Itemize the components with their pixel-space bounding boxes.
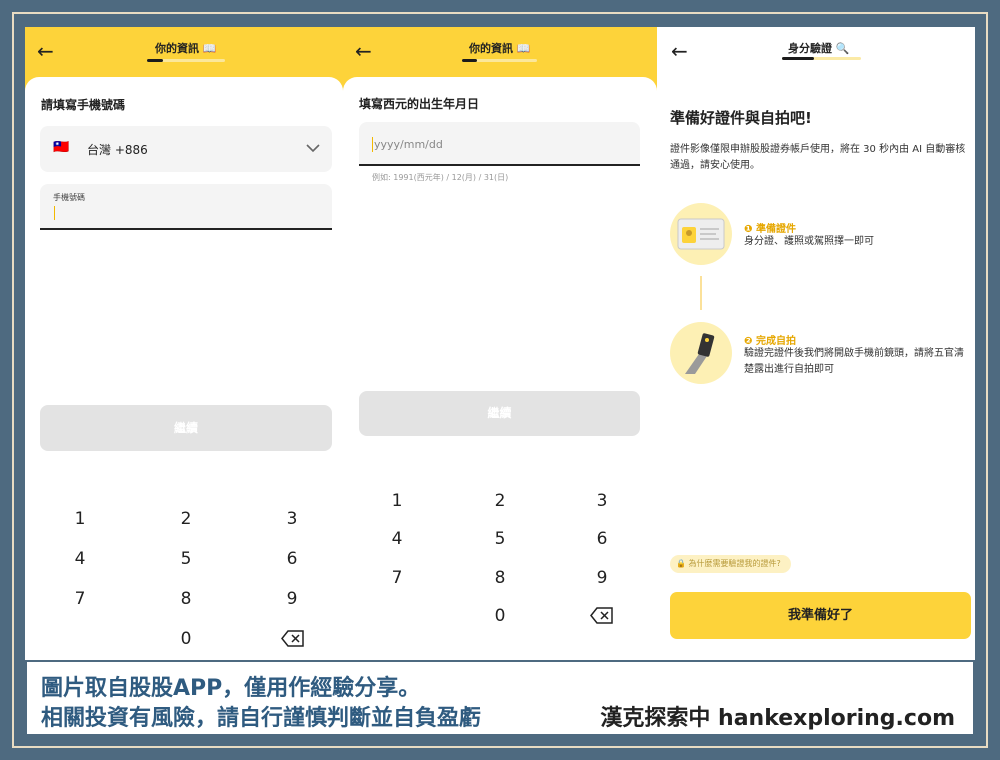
text-cursor [372, 137, 373, 152]
country-select[interactable]: 🇹🇼 台灣 +886 [40, 126, 332, 172]
id-card-illustration [670, 203, 732, 265]
verification-intro: 證件影像僅限申辦股股證券帳戶使用，將在 30 秒內由 AI 自動審核通過，請安心… [670, 144, 966, 171]
caption-line-2: 相關投資有風險，請自行謹慎判斷並自負盈虧 [41, 706, 482, 731]
progress-bar [462, 59, 537, 62]
step-1-description: 身分證、護照或駕照擇一即可 [744, 236, 874, 247]
question-title: 請填寫手機號碼 [41, 98, 126, 112]
keypad-key-7[interactable]: 7 [377, 568, 417, 588]
phone-input-underline [40, 228, 332, 230]
ready-button[interactable]: 我準備好了 [670, 592, 971, 639]
backspace-icon[interactable] [590, 607, 614, 624]
phone-screen-1: ← 你的資訊 📖 請填寫手機號碼 🇹🇼 台灣 +886 手機號碼 繼續 1 2 … [25, 27, 343, 660]
why-verify-link[interactable]: 🔒 為什麼需要驗證我的證件? [670, 555, 791, 573]
phone-number-input[interactable]: 手機號碼 [40, 184, 332, 229]
backspace-icon[interactable] [281, 630, 305, 647]
text-cursor [54, 206, 55, 220]
back-arrow-icon[interactable]: ← [37, 39, 54, 63]
back-arrow-icon[interactable]: ← [355, 39, 372, 63]
progress-fill [782, 57, 814, 60]
continue-button[interactable]: 繼續 [359, 391, 640, 436]
phone-screen-2: ← 你的資訊 📖 填寫西元的出生年月日 yyyy/mm/dd 例如: 1991(… [343, 27, 657, 660]
birthdate-input[interactable]: yyyy/mm/dd [359, 122, 640, 166]
keypad-key-6[interactable]: 6 [582, 529, 622, 549]
step-connector [700, 276, 702, 310]
keypad-key-2[interactable]: 2 [166, 509, 206, 529]
chevron-down-icon [306, 144, 320, 153]
form-card: 填寫西元的出生年月日 yyyy/mm/dd 例如: 1991(西元年) / 12… [343, 77, 657, 660]
caption-line-1: 圖片取自股股APP，僅用作經驗分享。 [41, 676, 421, 701]
date-input-underline [359, 164, 640, 166]
progress-fill [147, 59, 163, 62]
keypad-key-8[interactable]: 8 [166, 589, 206, 609]
date-placeholder: yyyy/mm/dd [374, 138, 443, 151]
keypad-key-7[interactable]: 7 [60, 589, 100, 609]
keypad-key-5[interactable]: 5 [480, 529, 520, 549]
selfie-illustration [670, 322, 732, 384]
keypad-key-4[interactable]: 4 [60, 549, 100, 569]
why-verify-label: 為什麼需要驗證我的證件? [688, 559, 781, 568]
progress-fill [462, 59, 477, 62]
keypad-key-2[interactable]: 2 [480, 491, 520, 511]
keypad-key-8[interactable]: 8 [480, 568, 520, 588]
step-2-description: 驗證完證件後我們將開啟手機前鏡頭，請將五官清楚露出進行自拍即可 [744, 348, 964, 375]
id-card-icon [677, 218, 725, 250]
country-code-label: 台灣 +886 [87, 143, 148, 157]
progress-bar [147, 59, 225, 62]
question-title: 填寫西元的出生年月日 [359, 97, 480, 111]
header-title: 身分驗證 🔍 [788, 42, 850, 55]
continue-button[interactable]: 繼續 [40, 405, 332, 451]
verification-heading: 準備好證件與自拍吧! [670, 109, 812, 127]
keypad-key-0[interactable]: 0 [480, 606, 520, 626]
lock-icon: 🔒 [676, 559, 686, 568]
keypad-key-1[interactable]: 1 [60, 509, 100, 529]
form-card: 請填寫手機號碼 🇹🇼 台灣 +886 手機號碼 繼續 1 2 3 4 5 6 7… [25, 77, 343, 660]
keypad-key-9[interactable]: 9 [272, 589, 312, 609]
header-title: 你的資訊 📖 [469, 42, 531, 55]
selfie-phone-icon [685, 333, 715, 374]
header-title: 你的資訊 📖 [155, 42, 217, 55]
keypad-key-3[interactable]: 3 [272, 509, 312, 529]
keypad-key-6[interactable]: 6 [272, 549, 312, 569]
back-arrow-icon[interactable]: ← [671, 39, 688, 63]
site-credit: 漢克探索中 hankexploring.com [600, 706, 955, 731]
step-1-title: ❶ 準備證件 [744, 220, 796, 235]
keypad-key-4[interactable]: 4 [377, 529, 417, 549]
date-format-hint: 例如: 1991(西元年) / 12(月) / 31(日) [372, 173, 509, 182]
keypad-key-3[interactable]: 3 [582, 491, 622, 511]
keypad-key-0[interactable]: 0 [166, 629, 206, 649]
keypad-key-5[interactable]: 5 [166, 549, 206, 569]
taiwan-flag-icon: 🇹🇼 [53, 140, 70, 155]
keypad-key-1[interactable]: 1 [377, 491, 417, 511]
phone-field-label: 手機號碼 [53, 193, 85, 202]
progress-bar [782, 57, 861, 60]
keypad-key-9[interactable]: 9 [582, 568, 622, 588]
step-2-title: ❷ 完成自拍 [744, 332, 796, 347]
phone-screen-3: ← 身分驗證 🔍 準備好證件與自拍吧! 證件影像僅限申辦股股證券帳戶使用，將在 … [657, 27, 975, 660]
caption-box: 圖片取自股股APP，僅用作經驗分享。 相關投資有風險，請自行謹慎判斷並自負盈虧 … [27, 662, 973, 734]
